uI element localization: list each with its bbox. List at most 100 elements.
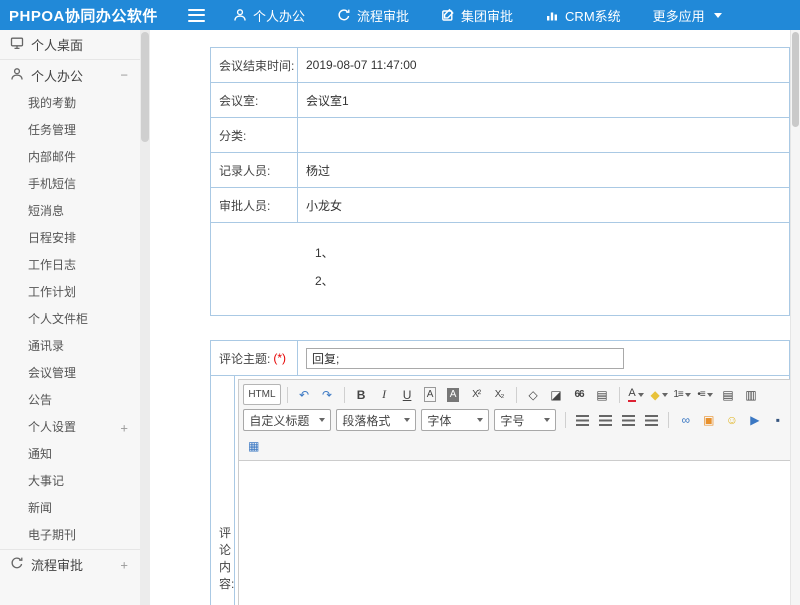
sidebar-item-events[interactable]: 大事记: [0, 468, 140, 495]
person-icon: [10, 67, 24, 84]
align-justify-icon[interactable]: [641, 410, 662, 431]
link-icon[interactable]: ∞: [675, 410, 696, 431]
toolbar-separator: [668, 412, 669, 428]
emoticon-icon[interactable]: ☺: [721, 410, 742, 431]
insert-table-icon[interactable]: ▦: [243, 435, 264, 456]
sidebar-item-work-plan[interactable]: 工作计划: [0, 279, 140, 306]
editor-content-area[interactable]: [239, 461, 792, 605]
sidebar-item-workflow-approval[interactable]: 流程审批 +: [0, 549, 140, 579]
expand-icon[interactable]: +: [120, 557, 128, 572]
comment-subject-input[interactable]: [306, 348, 624, 369]
align-left-icon[interactable]: [572, 410, 593, 431]
sidebar-item-file-cabinet[interactable]: 个人文件柜: [0, 306, 140, 333]
hamburger-menu-icon[interactable]: [188, 9, 205, 22]
remove-format-icon[interactable]: ◇: [523, 384, 544, 405]
unordered-list-icon[interactable]: •≡: [695, 384, 716, 405]
field-label: 评论主题: (*): [211, 341, 298, 375]
sidebar-item-label: 大事记: [28, 474, 64, 488]
redo-icon[interactable]: ↷: [317, 384, 338, 405]
background-color-icon[interactable]: ◆: [649, 384, 670, 405]
font-family-dropdown[interactable]: 字体: [421, 409, 489, 431]
undo-icon[interactable]: ↶: [294, 384, 315, 405]
nav-label: 集团审批: [461, 6, 513, 25]
content-line: 2、: [315, 267, 789, 295]
main-scrollbar-thumb[interactable]: [792, 32, 799, 127]
insert-file-icon[interactable]: ▪: [767, 410, 788, 431]
sidebar-item-schedule[interactable]: 日程安排: [0, 225, 140, 252]
sidebar-item-label: 手机短信: [28, 177, 76, 191]
expand-icon[interactable]: +: [120, 414, 128, 441]
sidebar-item-label: 公告: [28, 393, 52, 407]
format-painter-icon[interactable]: ◪: [546, 384, 567, 405]
heading-style-dropdown[interactable]: 自定义标题: [243, 409, 331, 431]
table-row: 会议结束时间: 2019-08-07 11:47:00: [211, 48, 789, 83]
print-icon[interactable]: ▥: [741, 384, 762, 405]
required-mark: (*): [273, 351, 286, 365]
sidebar-item-sms[interactable]: 手机短信: [0, 171, 140, 198]
sidebar-item-attendance[interactable]: 我的考勤: [0, 90, 140, 117]
font-color-icon[interactable]: A: [626, 384, 647, 405]
font-frame-icon[interactable]: A: [420, 384, 441, 405]
bold-icon[interactable]: B: [351, 384, 372, 405]
editor-toolbar: HTML ↶ ↷ B I U A A X²: [239, 380, 792, 461]
subscript-icon[interactable]: X₂: [489, 384, 510, 405]
field-value: 杨过: [298, 153, 789, 187]
source-code-button[interactable]: HTML: [243, 384, 280, 405]
sidebar-item-news[interactable]: 新闻: [0, 495, 140, 522]
paste-icon[interactable]: ▤: [592, 384, 613, 405]
sidebar-item-personal-office[interactable]: 个人办公 −: [0, 60, 140, 90]
field-value: [298, 118, 789, 152]
sidebar-scrollbar-thumb[interactable]: [141, 32, 149, 142]
content-line: 1、: [315, 239, 789, 267]
align-center-icon[interactable]: [595, 410, 616, 431]
sidebar-item-e-journal[interactable]: 电子期刊: [0, 522, 140, 549]
nav-more-apps[interactable]: 更多应用: [653, 6, 722, 25]
underline-icon[interactable]: U: [397, 384, 418, 405]
sidebar-item-tasks[interactable]: 任务管理: [0, 117, 140, 144]
nav-label: CRM系统: [565, 6, 621, 25]
nav-crm-system[interactable]: CRM系统: [545, 6, 621, 25]
sidebar-item-contacts[interactable]: 通讯录: [0, 333, 140, 360]
sidebar-item-work-log[interactable]: 工作日志: [0, 252, 140, 279]
chevron-down-icon: [319, 418, 325, 422]
main-scrollbar[interactable]: [790, 30, 800, 605]
italic-icon[interactable]: I: [374, 384, 395, 405]
highlight-icon[interactable]: A: [443, 384, 464, 405]
align-right-icon[interactable]: [618, 410, 639, 431]
sidebar-item-label: 流程审批: [31, 555, 83, 574]
field-label: 分类:: [211, 118, 298, 152]
sidebar-item-meeting-mgmt[interactable]: 会议管理: [0, 360, 140, 387]
nav-label: 更多应用: [653, 6, 705, 25]
table-row: 分类:: [211, 118, 789, 153]
comment-subject-label: 评论主题:: [219, 350, 270, 367]
ordered-list-icon[interactable]: 1≡: [672, 384, 693, 405]
paragraph-format-dropdown[interactable]: 段落格式: [336, 409, 416, 431]
sidebar-item-desktop[interactable]: 个人桌面: [0, 30, 140, 60]
field-label: 审批人员:: [211, 188, 298, 222]
blockquote-icon[interactable]: 66: [569, 384, 590, 405]
toolbar-separator: [344, 387, 345, 403]
collapse-icon[interactable]: −: [120, 68, 128, 83]
top-navigation: 个人办公 流程审批 集团审批 CRM系统: [233, 6, 722, 25]
nav-group-approval[interactable]: 集团审批: [441, 6, 513, 25]
sidebar-item-announcement[interactable]: 公告: [0, 387, 140, 414]
comment-table: 评论主题: (*) 评论内容: HTML ↶: [210, 340, 790, 605]
insert-media-icon[interactable]: ▶: [744, 410, 765, 431]
sidebar-item-label: 日程安排: [28, 231, 76, 245]
toolbar-separator: [565, 412, 566, 428]
nav-personal-office[interactable]: 个人办公: [233, 6, 305, 25]
app-logo[interactable]: PHPOA协同办公软件: [0, 5, 188, 26]
workflow-icon: [337, 8, 351, 22]
sidebar-scrollbar[interactable]: [140, 30, 150, 605]
font-size-dropdown[interactable]: 字号: [494, 409, 556, 431]
sidebar-item-short-message[interactable]: 短消息: [0, 198, 140, 225]
page-break-icon[interactable]: ▤: [718, 384, 739, 405]
sidebar-item-personal-settings[interactable]: 个人设置 +: [0, 414, 140, 441]
sidebar-item-notice[interactable]: 通知: [0, 441, 140, 468]
sidebar-item-internal-mail[interactable]: 内部邮件: [0, 144, 140, 171]
superscript-icon[interactable]: X²: [466, 384, 487, 405]
nav-workflow-approval[interactable]: 流程审批: [337, 6, 409, 25]
desktop-icon: [10, 36, 24, 53]
insert-image-icon[interactable]: ▣: [698, 410, 719, 431]
topbar: PHPOA协同办公软件 个人办公 流程审批: [0, 0, 800, 30]
